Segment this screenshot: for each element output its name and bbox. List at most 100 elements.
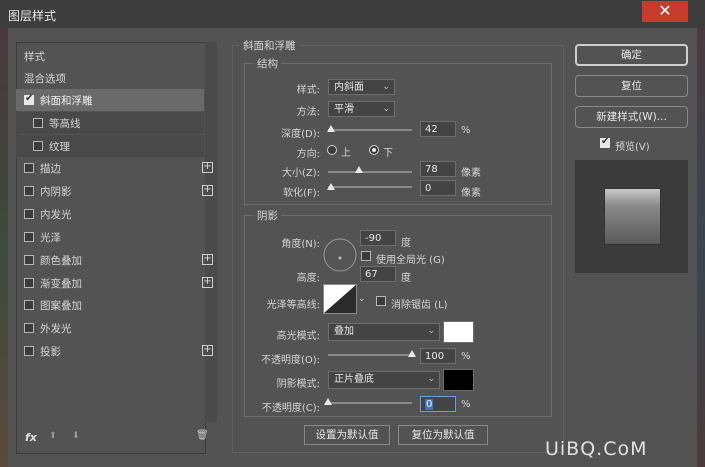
pattern-overlay-checkbox[interactable] (24, 300, 34, 310)
size-label: 大小(Z): (281, 168, 320, 179)
add-inner-shadow-icon[interactable]: + (202, 185, 213, 196)
shadow-mode-select[interactable]: 正片叠底 ⌄ (328, 371, 440, 389)
highlight-opacity-thumb[interactable] (408, 350, 416, 357)
list-item-label: 投影 (40, 346, 61, 358)
add-stroke-icon[interactable]: + (202, 162, 213, 173)
list-item-outer-glow[interactable]: 外发光 (16, 317, 204, 339)
move-down-icon[interactable]: ⬇ (72, 431, 80, 441)
style-select-value: 内斜面 (334, 82, 364, 93)
chevron-down-icon: ⌄ (427, 374, 435, 384)
fx-icon[interactable]: fx (25, 431, 37, 444)
styles-list-scrollbar[interactable] (205, 42, 217, 422)
style-select[interactable]: 内斜面 ⌄ (328, 79, 395, 95)
depth-unit: % (461, 125, 471, 136)
angle-unit: 度 (401, 238, 411, 249)
list-item-label: 内发光 (40, 209, 72, 221)
shadow-mode-label: 阴影模式: (276, 379, 320, 390)
preview-checkbox[interactable] (600, 136, 610, 148)
angle-input[interactable]: -90 (360, 230, 396, 246)
gloss-contour-label: 光泽等高线: (266, 300, 320, 311)
inner-shadow-checkbox[interactable] (24, 186, 34, 196)
trash-icon[interactable]: 🗑 (196, 430, 209, 441)
list-item-inner-shadow[interactable]: 内阴影 + (16, 180, 213, 202)
chevron-down-icon[interactable]: ⌄ (358, 294, 366, 304)
list-item-inner-glow[interactable]: 内发光 (16, 203, 204, 225)
gradient-overlay-checkbox[interactable] (24, 278, 34, 288)
add-gradient-overlay-icon[interactable]: + (202, 277, 213, 288)
soften-slider-thumb[interactable] (327, 183, 335, 190)
list-item-label: 等高线 (49, 118, 81, 130)
list-item-blending-options[interactable]: 混合选项 (16, 67, 204, 89)
shadow-opacity-value: 0 (425, 399, 434, 410)
highlight-mode-select[interactable]: 叠加 ⌄ (328, 323, 440, 341)
shadow-opacity-label: 不透明度(C): (261, 403, 320, 414)
close-button[interactable]: ✕ (642, 1, 688, 22)
shadow-opacity-thumb[interactable] (324, 398, 332, 405)
depth-slider-track[interactable] (328, 129, 412, 131)
shadow-opacity-unit: % (461, 399, 471, 410)
style-preview-swatch (604, 188, 661, 245)
reset-default-button[interactable]: 复位为默认值 (398, 425, 488, 445)
technique-select[interactable]: 平滑 ⌄ (328, 101, 395, 117)
add-color-overlay-icon[interactable]: + (202, 254, 213, 265)
ok-button[interactable]: 确定 (575, 44, 688, 66)
size-unit: 像素 (461, 168, 481, 179)
reset-button[interactable]: 复位 (575, 75, 688, 97)
highlight-opacity-track[interactable] (328, 354, 412, 356)
soften-slider-track[interactable] (328, 186, 412, 188)
antialias-label: 消除锯齿 (L) (391, 300, 448, 311)
bevel-emboss-checkbox[interactable] (24, 93, 34, 105)
list-item-bevel-emboss[interactable]: 斜面和浮雕 (16, 89, 204, 111)
soften-label: 软化(F): (283, 188, 320, 199)
depth-input[interactable]: 42 (420, 121, 456, 137)
shading-title: 阴影 (254, 208, 281, 223)
list-item-styles[interactable]: 样式 (16, 45, 204, 67)
title-bar: 图层样式 ✕ (0, 0, 705, 28)
technique-select-value: 平滑 (334, 104, 354, 115)
highlight-color-swatch[interactable] (443, 321, 474, 343)
shadow-opacity-track[interactable] (328, 402, 412, 404)
angle-dial[interactable] (323, 238, 357, 272)
shadow-color-swatch[interactable] (443, 369, 474, 391)
list-item-stroke[interactable]: 描边 + (16, 157, 213, 179)
color-overlay-checkbox[interactable] (24, 255, 34, 265)
list-item-color-overlay[interactable]: 颜色叠加 + (16, 249, 213, 271)
contour-checkbox[interactable] (33, 118, 43, 128)
new-style-button[interactable]: 新建样式(W)... (575, 106, 688, 128)
list-item-satin[interactable]: 光泽 (16, 226, 204, 248)
drop-shadow-checkbox[interactable] (24, 346, 34, 356)
list-item-contour[interactable]: 等高线 (16, 112, 204, 134)
list-item-label: 斜面和浮雕 (40, 95, 93, 107)
direction-down-radio[interactable] (369, 145, 379, 155)
shadow-opacity-input[interactable]: 0 (420, 396, 456, 412)
outer-glow-checkbox[interactable] (24, 323, 34, 333)
window-title: 图层样式 (8, 9, 57, 23)
highlight-mode-label: 高光模式: (276, 331, 320, 342)
satin-checkbox[interactable] (24, 232, 34, 242)
antialias-checkbox[interactable] (376, 296, 386, 306)
list-item-gradient-overlay[interactable]: 渐变叠加 + (16, 272, 213, 294)
move-up-icon[interactable]: ⬆ (49, 431, 57, 441)
size-slider-track[interactable] (328, 171, 412, 173)
altitude-input[interactable]: 67 (360, 266, 396, 282)
global-light-checkbox[interactable] (361, 251, 371, 261)
make-default-button[interactable]: 设置为默认值 (304, 425, 390, 445)
size-input[interactable]: 78 (420, 161, 456, 177)
list-item-pattern-overlay[interactable]: 图案叠加 (16, 294, 204, 316)
list-item-drop-shadow[interactable]: 投影 + (16, 340, 213, 362)
texture-checkbox[interactable] (33, 141, 43, 151)
size-slider-thumb[interactable] (355, 166, 363, 173)
highlight-opacity-input[interactable]: 100 (420, 348, 456, 364)
list-item-texture[interactable]: 纹理 (16, 135, 204, 157)
altitude-label: 高度: (296, 273, 320, 284)
inner-glow-checkbox[interactable] (24, 209, 34, 219)
depth-slider-thumb[interactable] (327, 125, 335, 132)
add-drop-shadow-icon[interactable]: + (202, 345, 213, 356)
soften-unit: 像素 (461, 188, 481, 199)
highlight-opacity-unit: % (461, 351, 471, 362)
gloss-contour-picker[interactable] (323, 284, 357, 314)
soften-input[interactable]: 0 (420, 180, 456, 196)
list-item-label: 渐变叠加 (40, 278, 82, 290)
direction-up-radio[interactable] (327, 145, 337, 155)
stroke-checkbox[interactable] (24, 163, 34, 173)
